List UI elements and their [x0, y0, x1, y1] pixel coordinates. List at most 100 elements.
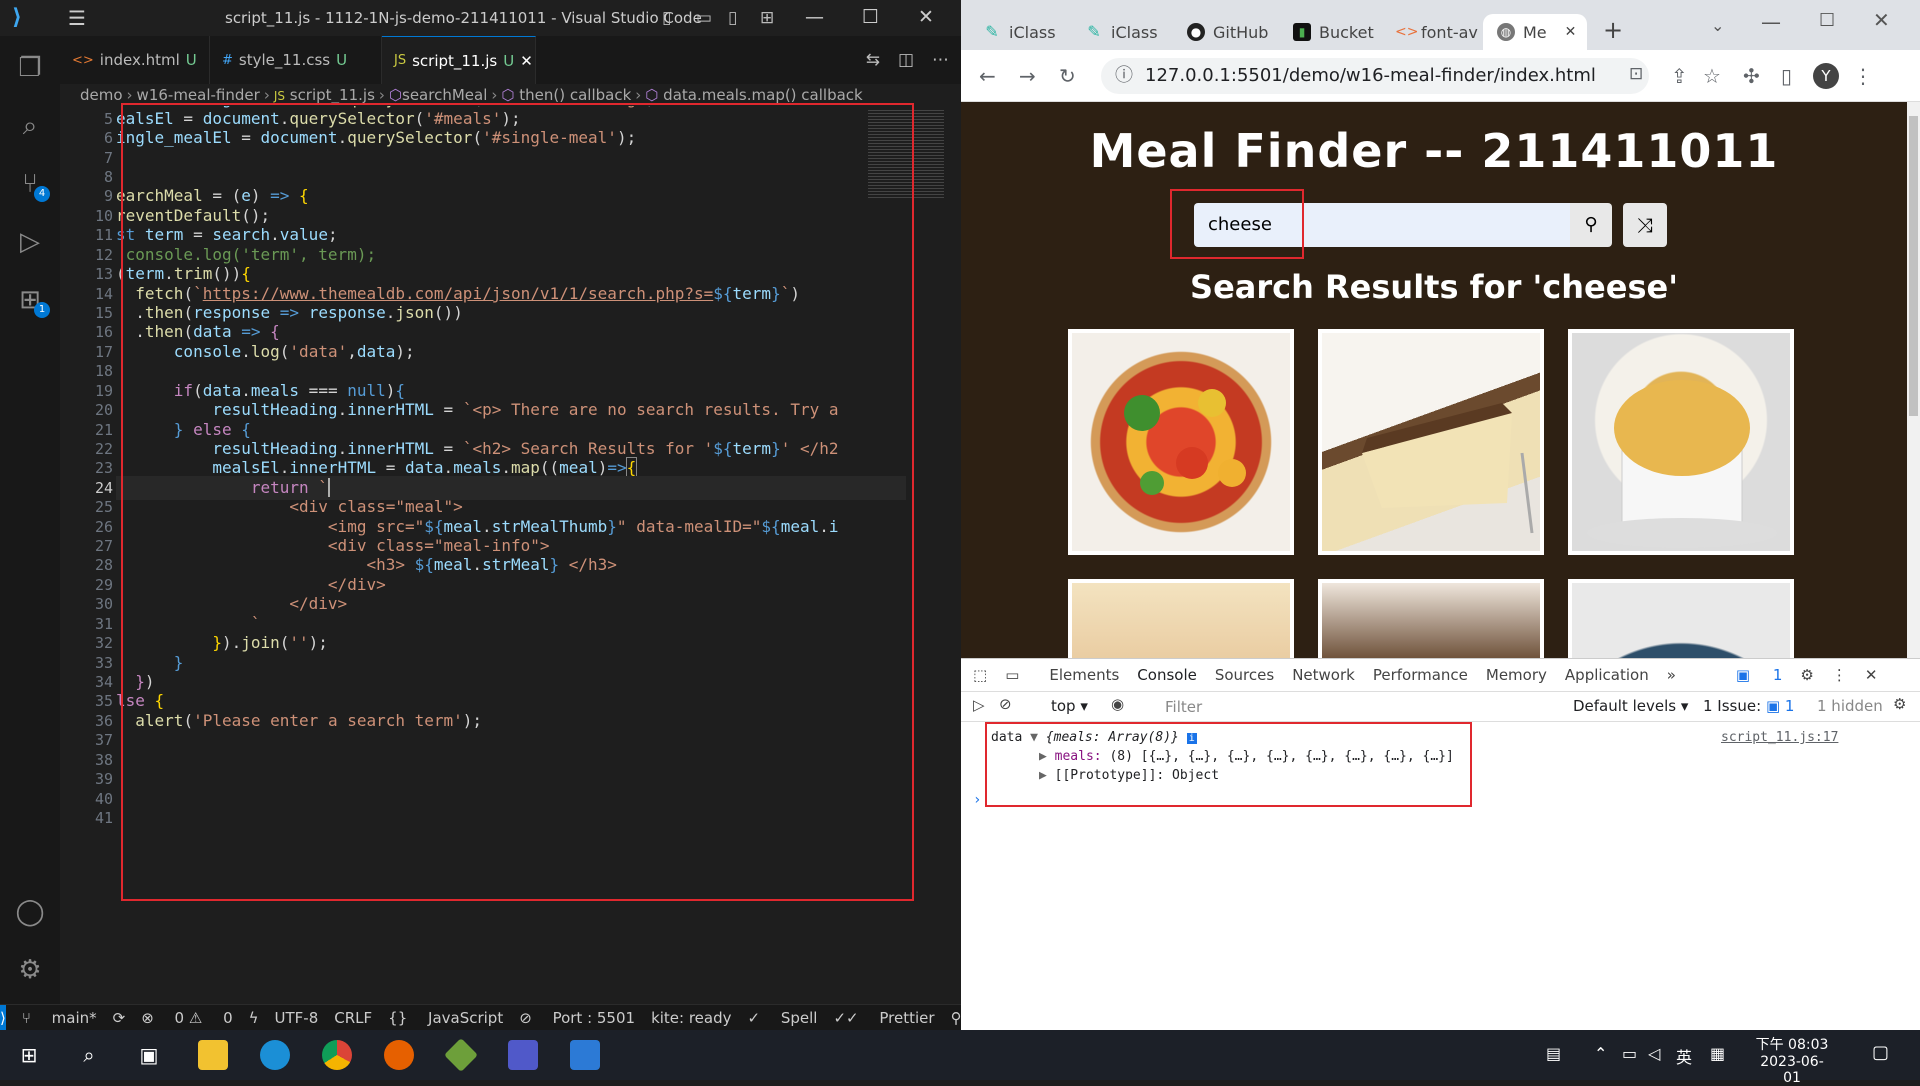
keyboard-icon[interactable]: ▤ [1546, 1044, 1561, 1063]
random-button[interactable]: ⤨ [1623, 203, 1667, 247]
branch-indicator[interactable]: ⑂ main* [22, 1009, 97, 1027]
log-levels-select[interactable]: Default levels ▾ [1573, 697, 1688, 715]
forward-icon[interactable]: → [1019, 64, 1036, 88]
meal-card[interactable] [1568, 329, 1794, 555]
extensions-icon[interactable]: ⊞ 1 [14, 284, 50, 318]
task-view-icon[interactable]: ▣ [134, 1040, 164, 1070]
minimize-icon[interactable]: — [805, 6, 824, 28]
sidebar-toggle-icon[interactable]: ▷ [973, 696, 985, 714]
meal-card[interactable] [1068, 329, 1294, 555]
ime-indicator[interactable]: 英 [1676, 1044, 1692, 1068]
browser-tab[interactable]: ● GitHub [1173, 14, 1277, 50]
devtools-tab-console[interactable]: Console [1137, 666, 1197, 694]
edge-icon[interactable] [260, 1040, 290, 1070]
menu-icon[interactable]: ☰ [68, 6, 86, 30]
language-mode[interactable]: {} JavaScript [388, 1009, 503, 1027]
back-icon[interactable]: ← [979, 64, 996, 88]
encoding[interactable]: UTF-8 [275, 1009, 319, 1027]
prettier-status[interactable]: ✓✓ Prettier [833, 1009, 934, 1027]
browser-tab[interactable]: <> font-av [1381, 14, 1481, 50]
accounts-icon[interactable]: ◯ [14, 896, 46, 928]
url-field[interactable]: ⓘ 127.0.0.1:5501/demo/w16-meal-finder/ind… [1101, 58, 1649, 94]
run-debug-icon[interactable]: ▷ [14, 226, 46, 258]
live-expression-icon[interactable]: ◉ [1111, 695, 1124, 713]
lightning-icon[interactable]: ϟ [249, 1009, 259, 1027]
breadcrumb-item[interactable]: data.meals.map() callback [663, 86, 863, 104]
vscode-taskbar-icon[interactable] [570, 1040, 600, 1070]
context-select[interactable]: top ▾ [1051, 697, 1088, 715]
file-explorer-icon[interactable] [198, 1040, 228, 1070]
console-source-link[interactable]: script_11.js:17 [1721, 730, 1838, 745]
tab-style-css[interactable]: # style_11.css U [210, 36, 382, 84]
explorer-icon[interactable]: ❐ [14, 52, 46, 84]
search-icon[interactable]: ⌕ [14, 110, 46, 142]
issues-button[interactable]: 1 Issue: ▣ 1 [1703, 697, 1794, 715]
site-info-icon[interactable]: ⓘ [1115, 58, 1133, 94]
firefox-icon[interactable] [384, 1040, 414, 1070]
share-icon[interactable]: ⇪ [1671, 64, 1688, 88]
chrome-menu-icon[interactable]: ⋮ [1853, 64, 1873, 88]
console-filter-input[interactable]: Filter [1159, 695, 1559, 719]
toggle-sidebar-icon[interactable]: ▯ [662, 8, 671, 28]
reload-icon[interactable]: ↻ [1059, 64, 1076, 88]
browser-tab[interactable]: ✎ iClass [969, 14, 1069, 50]
customize-layout-icon[interactable]: ⊞ [760, 8, 774, 28]
compare-icon[interactable]: ⇆ [866, 50, 880, 70]
tab-close-icon[interactable]: ✕ [520, 52, 533, 70]
close-icon[interactable]: ✕ [1873, 8, 1890, 32]
messages-badge[interactable]: ▣ 1 [1736, 666, 1783, 684]
network-icon[interactable]: ▭ [1622, 1044, 1637, 1063]
breadcrumb-item[interactable]: script_11.js [290, 86, 375, 104]
devtools-tab-elements[interactable]: Elements [1049, 666, 1119, 684]
devtools-tab-application[interactable]: Application [1565, 666, 1649, 684]
new-tab-icon[interactable]: + [1603, 16, 1623, 44]
account-icon[interactable]: ⚲ [951, 1009, 962, 1027]
teams-icon[interactable] [508, 1040, 538, 1070]
remote-icon[interactable]: ⟩⟨ [0, 1004, 6, 1053]
notifications-icon[interactable]: ▢ [1872, 1042, 1889, 1063]
device-toolbar-icon[interactable]: ▭ [1005, 666, 1019, 684]
devtools-settings-icon[interactable]: ⚙ [1800, 666, 1813, 684]
extensions-puzzle-icon[interactable]: ✣ [1743, 64, 1760, 88]
profile-avatar[interactable]: Y [1813, 63, 1839, 89]
translate-icon[interactable]: ⊡ [1629, 64, 1643, 84]
live-server-port[interactable]: ⊘ Port : 5501 [519, 1009, 635, 1027]
clear-console-icon[interactable]: ⊘ [999, 695, 1012, 713]
chrome-icon[interactable] [322, 1040, 352, 1070]
tab-script-js[interactable]: JS script_11.js U ✕ [382, 36, 536, 84]
maximize-icon[interactable]: ☐ [862, 6, 879, 28]
side-panel-icon[interactable]: ▯ [1781, 64, 1792, 88]
tab-search-icon[interactable]: ⌄ [1711, 16, 1724, 35]
sync-icon[interactable]: ⟳ [113, 1009, 126, 1027]
minimize-icon[interactable]: — [1761, 10, 1781, 34]
tray-chevron-icon[interactable]: ⌃ [1594, 1044, 1607, 1063]
search-button[interactable]: ⚲ [1570, 203, 1612, 247]
tab-index-html[interactable]: <> index.html U [60, 36, 210, 84]
devtools-menu-icon[interactable]: ⋮ [1832, 666, 1847, 684]
meal-card[interactable] [1068, 579, 1294, 658]
clock[interactable]: 下午 08:03 2023-06-01 [1752, 1034, 1832, 1086]
kite-status[interactable]: kite: ready [651, 1009, 731, 1027]
bookmark-star-icon[interactable]: ☆ [1703, 64, 1721, 88]
inspect-element-icon[interactable]: ⬚ [973, 666, 987, 684]
devtools-tab-sources[interactable]: Sources [1215, 666, 1274, 684]
more-tabs-icon[interactable]: » [1667, 666, 1676, 684]
end-of-line[interactable]: CRLF [334, 1009, 372, 1027]
source-control-icon[interactable]: ⑂ 4 [14, 168, 50, 202]
volume-icon[interactable]: ◁ [1648, 1044, 1660, 1063]
toggle-panel-icon[interactable]: ▭ [696, 8, 712, 28]
breadcrumb-item[interactable]: then() callback [519, 86, 631, 104]
devtools-tab-performance[interactable]: Performance [1373, 666, 1468, 684]
start-icon[interactable]: ⊞ [14, 1040, 44, 1070]
close-icon[interactable]: ✕ [918, 6, 934, 28]
page-scrollbar[interactable] [1907, 102, 1920, 658]
ime-mode-icon[interactable]: ▦ [1710, 1044, 1725, 1063]
browser-tab-active[interactable]: ◍ Me ✕ [1483, 14, 1587, 50]
tab-close-icon[interactable]: ✕ [1565, 24, 1577, 40]
breadcrumb-item[interactable]: searchMeal [402, 86, 487, 104]
devtools-close-icon[interactable]: ✕ [1865, 666, 1878, 684]
devtools-tab-network[interactable]: Network [1292, 666, 1355, 684]
maximize-icon[interactable]: ☐ [1819, 10, 1835, 31]
editor-scrollbar[interactable] [944, 106, 958, 1004]
meal-card[interactable] [1318, 579, 1544, 658]
